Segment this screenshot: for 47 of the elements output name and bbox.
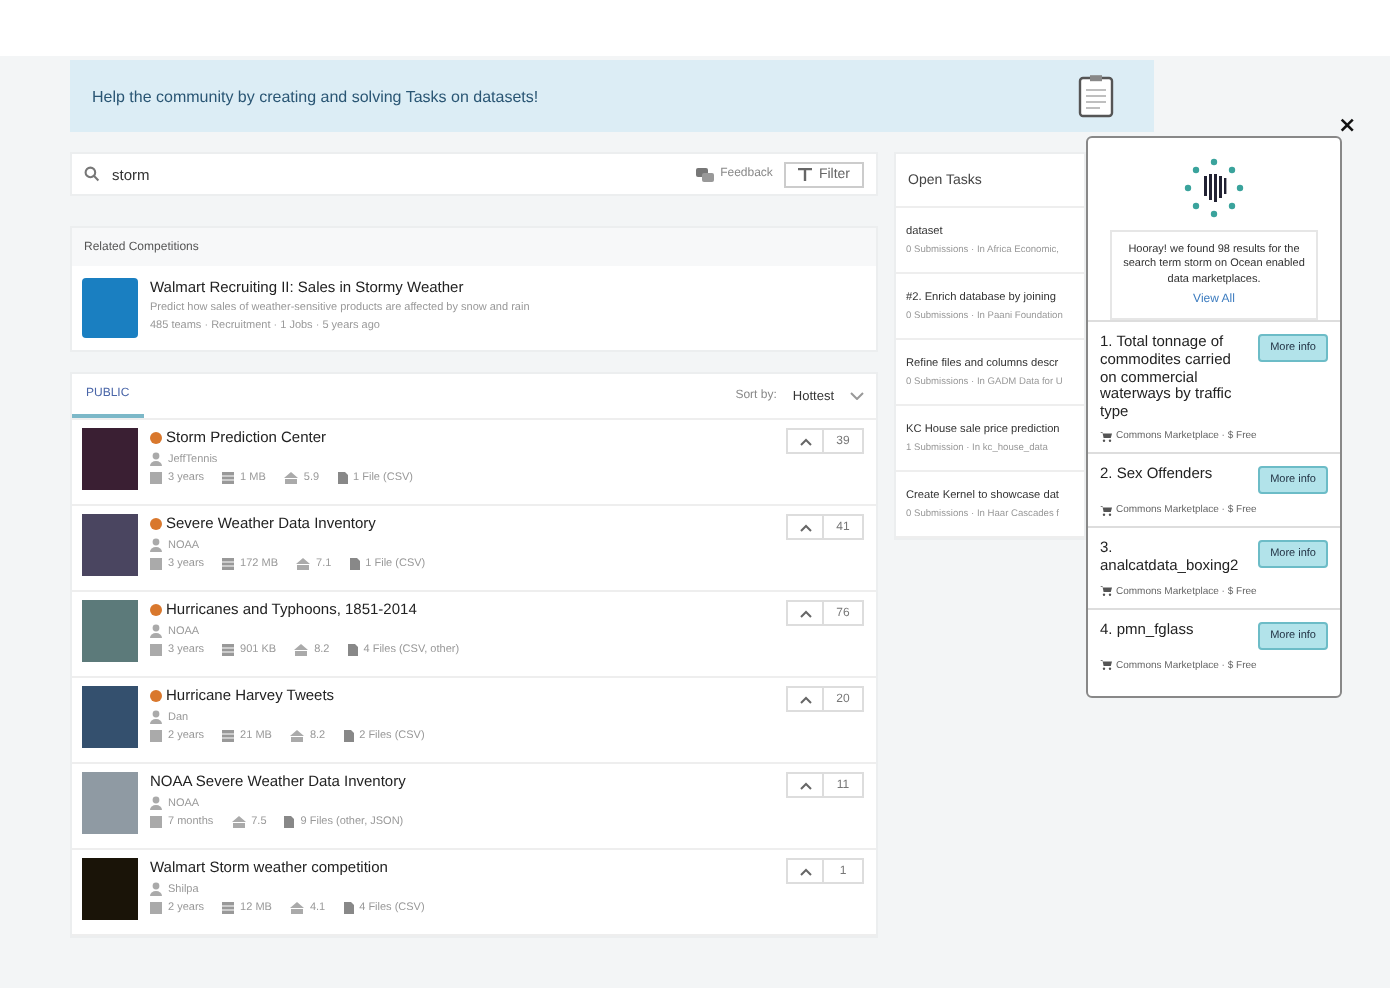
calendar-icon [150,730,162,742]
search-icon [84,166,100,182]
chevron-down-icon [850,392,864,400]
close-button[interactable]: × [1338,112,1357,138]
file-icon [347,644,358,656]
database-icon [222,730,235,742]
cart-icon [1100,586,1112,597]
caret-up-icon [799,437,811,445]
database-icon [222,558,235,570]
caret-up-icon [799,781,811,789]
calendar-icon [150,644,162,656]
database-icon [222,472,235,484]
caret-up-icon [799,867,811,875]
filter-icon [798,167,813,181]
usability-icon [231,816,246,828]
caret-up-icon [799,695,811,703]
user-icon [150,796,162,810]
cart-icon [1100,431,1112,442]
file-icon [343,730,354,742]
usability-icon [294,644,309,656]
calendar-icon [150,558,162,570]
calendar-icon [150,472,162,484]
chat-icon [696,167,715,181]
file-icon [343,902,354,914]
file-icon [284,816,295,828]
network-logo-icon [1184,158,1244,218]
file-icon [349,558,360,570]
usability-icon [296,558,311,570]
usability-icon [289,902,304,914]
cart-icon [1100,660,1112,671]
cart-icon [1100,505,1112,516]
calendar-icon [150,816,162,828]
file-icon [337,472,348,484]
database-icon [222,644,235,656]
user-icon [150,624,162,638]
clipboard-icon [1078,74,1114,118]
user-icon [150,538,162,552]
database-icon [222,902,235,914]
calendar-icon [150,902,162,914]
user-icon [150,882,162,896]
user-icon [150,710,162,724]
caret-up-icon [799,523,811,531]
user-icon [150,452,162,466]
usability-icon [283,472,298,484]
usability-icon [289,730,304,742]
caret-up-icon [799,609,811,617]
banner-text: Help the community by creating and solving Tasks on datasets! [92,87,539,105]
